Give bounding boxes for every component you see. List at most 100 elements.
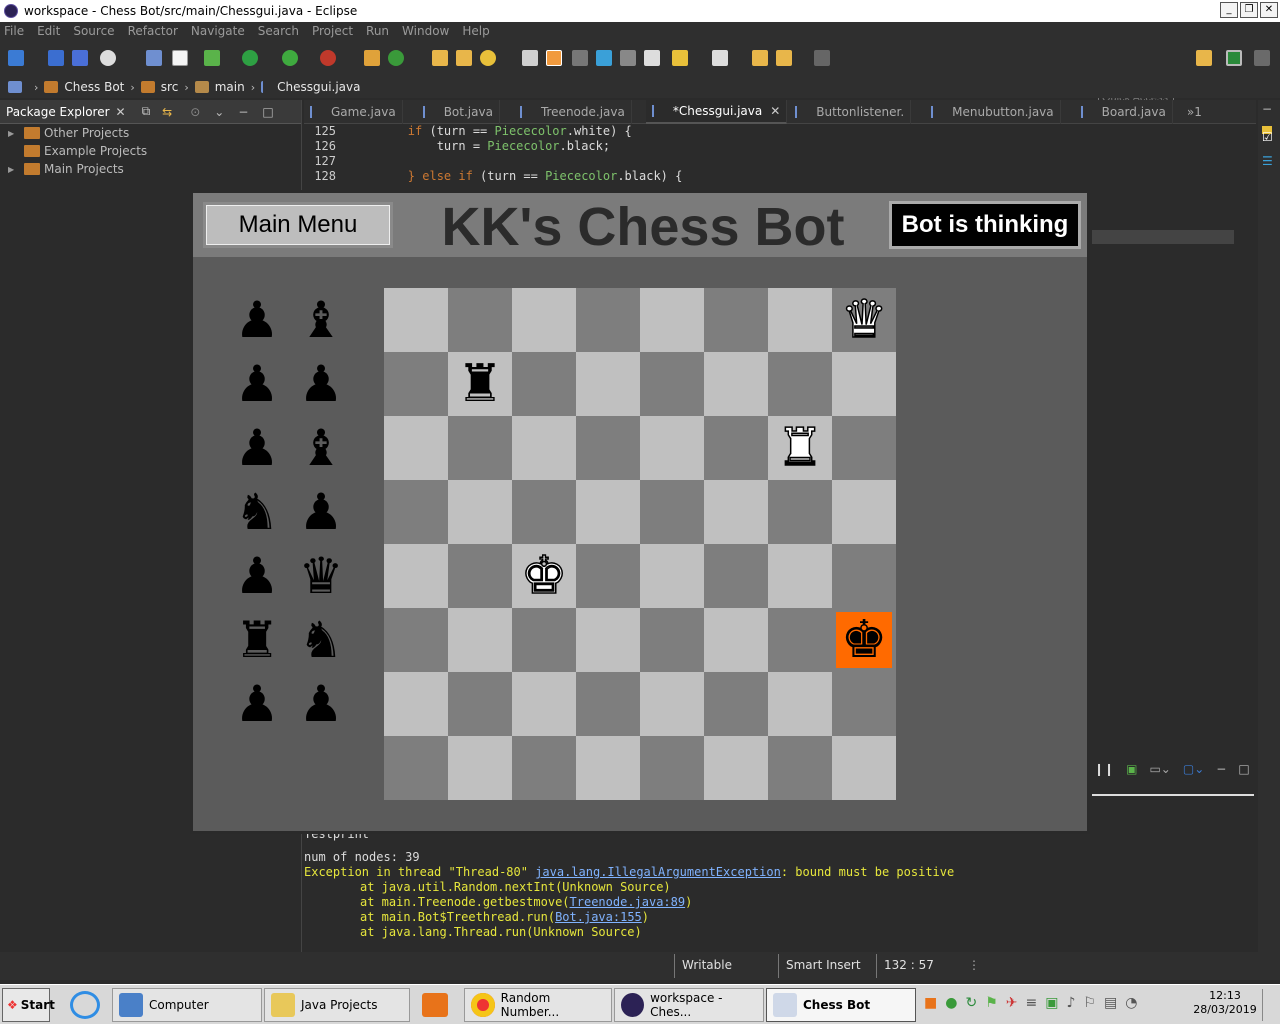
- board-square[interactable]: [384, 480, 448, 544]
- open-type-icon[interactable]: [432, 50, 448, 66]
- board-square[interactable]: [384, 736, 448, 800]
- code-editor[interactable]: 125 if (turn == Piececolor .white) { 126 …: [304, 124, 1256, 190]
- new-file-icon[interactable]: [172, 50, 188, 66]
- board-square[interactable]: [768, 736, 832, 800]
- expand-icon[interactable]: ▶: [8, 165, 18, 174]
- coverage-icon[interactable]: [282, 50, 298, 66]
- board-square[interactable]: [768, 608, 832, 672]
- board-square[interactable]: [576, 672, 640, 736]
- close-button[interactable]: ✕: [1260, 2, 1278, 18]
- board-square[interactable]: [832, 480, 896, 544]
- board-square[interactable]: [640, 352, 704, 416]
- board-square[interactable]: [704, 480, 768, 544]
- minimize-console-icon[interactable]: −: [1216, 762, 1226, 776]
- board-square[interactable]: [448, 480, 512, 544]
- expand-icon[interactable]: ▶: [8, 129, 18, 138]
- restore-button[interactable]: ❐: [1240, 2, 1258, 18]
- board-square[interactable]: ♚: [512, 544, 576, 608]
- board-square[interactable]: [384, 288, 448, 352]
- white-rook-icon[interactable]: ♜: [776, 416, 824, 480]
- tray-usb-icon[interactable]: ≡: [1025, 995, 1037, 1011]
- tray-action-center-icon[interactable]: ⚐: [1083, 995, 1096, 1011]
- prev-annotation-icon[interactable]: [712, 50, 728, 66]
- link-with-editor-icon[interactable]: ⇆: [162, 105, 172, 119]
- menu-edit[interactable]: Edit: [37, 24, 60, 38]
- pilcrow-icon[interactable]: [644, 50, 660, 66]
- new-java-project-icon[interactable]: [364, 50, 380, 66]
- maximize-console-icon[interactable]: □: [1238, 762, 1249, 776]
- board-square[interactable]: [576, 608, 640, 672]
- board-square[interactable]: [512, 736, 576, 800]
- tray-flag-icon[interactable]: ⚑: [985, 995, 998, 1011]
- checkbox-icon[interactable]: ☑: [1262, 130, 1273, 144]
- search-icon[interactable]: [480, 50, 496, 66]
- board-square[interactable]: [384, 544, 448, 608]
- board-square[interactable]: [768, 288, 832, 352]
- tree-item-other-projects[interactable]: ▶ Other Projects: [0, 124, 301, 142]
- board-square[interactable]: [448, 608, 512, 672]
- board-square[interactable]: [512, 352, 576, 416]
- tray-volume-icon[interactable]: ♪: [1066, 995, 1075, 1011]
- debug-perspective-icon[interactable]: [1254, 50, 1270, 66]
- board-square[interactable]: [576, 352, 640, 416]
- menu-source[interactable]: Source: [73, 24, 114, 38]
- black-king-icon[interactable]: ♚: [841, 608, 888, 672]
- stack-link[interactable]: Bot.java:155: [555, 910, 642, 924]
- board-square[interactable]: [640, 416, 704, 480]
- status-insert-mode[interactable]: Smart Insert: [786, 958, 861, 972]
- board-square[interactable]: [704, 352, 768, 416]
- breadcrumb-package[interactable]: main: [194, 80, 245, 94]
- white-king-icon[interactable]: ♚: [520, 544, 568, 608]
- new-class-icon[interactable]: [388, 50, 404, 66]
- board-square[interactable]: [448, 288, 512, 352]
- board-square[interactable]: [384, 416, 448, 480]
- board-square[interactable]: [768, 480, 832, 544]
- clock[interactable]: 12:13 28/03/2019: [1192, 989, 1258, 1017]
- board-square[interactable]: [512, 480, 576, 544]
- tray-keyboard-icon[interactable]: ▣: [1045, 995, 1058, 1011]
- last-edit-icon[interactable]: [752, 50, 768, 66]
- board-square[interactable]: [704, 608, 768, 672]
- new-console-icon[interactable]: ▢⌄: [1183, 762, 1204, 776]
- board-square[interactable]: [768, 352, 832, 416]
- board-square[interactable]: ♛: [832, 288, 896, 352]
- board-square[interactable]: [448, 672, 512, 736]
- pin-console-icon[interactable]: ❙❙: [1094, 762, 1114, 776]
- minimize-button[interactable]: _: [1220, 2, 1238, 18]
- start-button[interactable]: ❖ Start: [2, 988, 55, 1022]
- board-square[interactable]: [768, 544, 832, 608]
- board-square[interactable]: [640, 288, 704, 352]
- menu-file[interactable]: File: [4, 24, 24, 38]
- profile-icon[interactable]: [100, 50, 116, 66]
- board-square[interactable]: [704, 288, 768, 352]
- task-eclipse-workspace[interactable]: workspace - Ches...: [614, 988, 764, 1022]
- breadcrumb-src[interactable]: src: [140, 80, 178, 94]
- board-square[interactable]: [640, 608, 704, 672]
- display-console-icon[interactable]: ▣: [1126, 762, 1137, 776]
- menu-help[interactable]: Help: [462, 24, 489, 38]
- tab-game-java[interactable]: Game.java: [304, 99, 403, 124]
- task-computer[interactable]: Computer: [112, 988, 262, 1022]
- media-player-icon[interactable]: [422, 993, 448, 1017]
- tray-display-icon[interactable]: ▤: [1104, 995, 1117, 1011]
- toggle-edit-icon[interactable]: [546, 50, 562, 66]
- menu-run[interactable]: Run: [366, 24, 389, 38]
- workspace-icon[interactable]: [8, 81, 28, 93]
- internet-explorer-icon[interactable]: [70, 991, 100, 1019]
- tab-chessgui-java[interactable]: *Chessgui.java ✕: [645, 99, 788, 124]
- tab-overflow[interactable]: »1: [1181, 100, 1208, 124]
- maximize-view-icon[interactable]: □: [262, 105, 273, 119]
- board-square[interactable]: [448, 736, 512, 800]
- white-queen-icon[interactable]: ♛: [840, 288, 888, 352]
- board-square[interactable]: [512, 672, 576, 736]
- board-square[interactable]: [832, 672, 896, 736]
- console-output[interactable]: Testprint num of nodes: 39 Exception in …: [304, 833, 1254, 951]
- save-icon[interactable]: [48, 50, 64, 66]
- minimize-icon[interactable]: −: [1262, 102, 1272, 116]
- board-square[interactable]: [640, 672, 704, 736]
- board-square[interactable]: [384, 672, 448, 736]
- skip-breakpoints-icon[interactable]: [146, 50, 162, 66]
- task-random-number[interactable]: Random Number...: [464, 988, 612, 1022]
- board-square[interactable]: [704, 544, 768, 608]
- word-wrap-icon[interactable]: [596, 50, 612, 66]
